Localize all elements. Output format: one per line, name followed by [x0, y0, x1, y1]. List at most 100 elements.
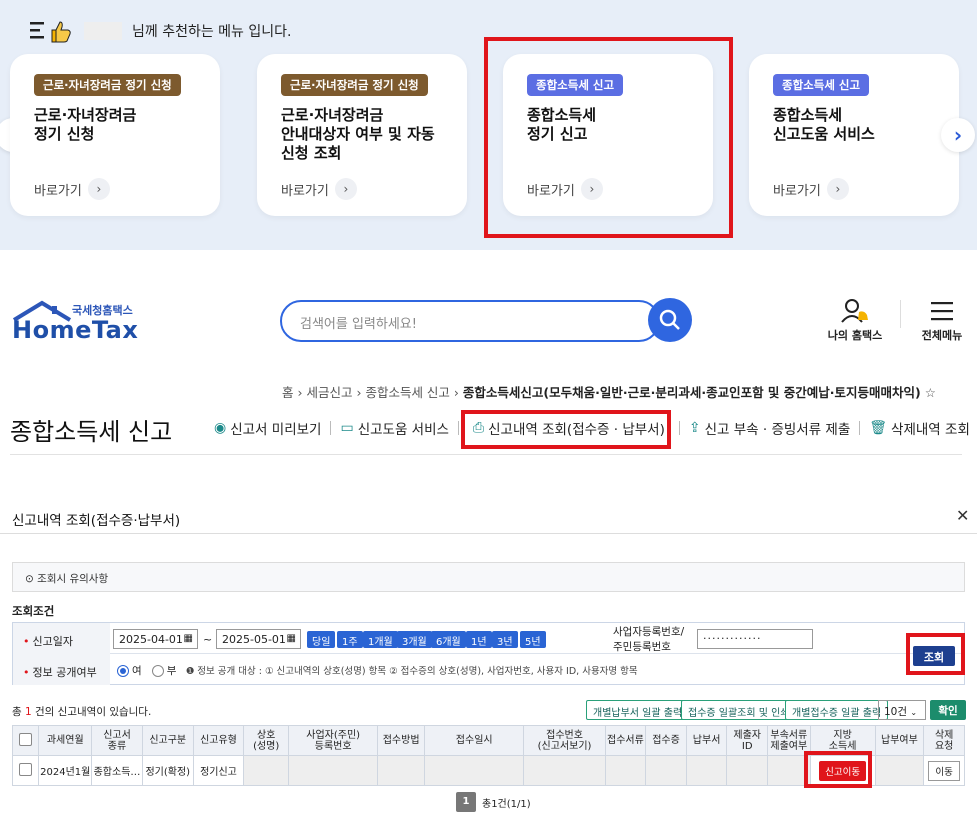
pagination: 1 총1건(1/1): [456, 792, 531, 812]
col-header: 상호 (성명): [243, 725, 289, 756]
col-header: 납부여부: [874, 725, 925, 756]
quick-1week-button[interactable]: 1주: [337, 631, 363, 648]
col-header: 접수서류: [604, 725, 647, 756]
page-button[interactable]: 1: [456, 792, 476, 812]
rec-card-1[interactable]: 근로·자녀장려금 정기 신청 근로·자녀장려금 정기 신청 바로가기 ›: [10, 54, 220, 216]
row-checkbox[interactable]: [11, 755, 40, 786]
cell-redacted: [423, 755, 525, 786]
radio-no[interactable]: [151, 665, 164, 677]
breadcrumb-tax-report[interactable]: 세금신고: [306, 385, 352, 400]
tab-preview[interactable]: ◉ 신고서 미리보기: [214, 418, 321, 438]
divider: [10, 454, 962, 455]
date-tilde: ~: [203, 633, 213, 646]
quick-6month-button[interactable]: 6개월: [431, 631, 466, 648]
pager-summary: 총1건(1/1): [482, 798, 531, 810]
notice-accordion[interactable]: ⊙ 조회시 유의사항: [12, 562, 965, 592]
breadcrumb-income-tax[interactable]: 종합소득세 신고: [365, 385, 449, 400]
my-hometax-label: 나의 홈택스: [827, 329, 883, 342]
date-label: • 신고일자: [13, 623, 110, 654]
cell-redacted: [243, 755, 289, 786]
cell-period: 2024년1월: [38, 755, 93, 786]
recommend-title: 님께 추천하는 메뉴 입니다.: [30, 18, 291, 44]
chevron-down-icon: ⊙: [25, 573, 34, 585]
quick-3month-button[interactable]: 3개월: [397, 631, 432, 648]
chevron-right-icon: ›: [826, 178, 849, 200]
highlight-box: [804, 751, 872, 788]
col-header: 과세연월: [38, 725, 93, 756]
notice-label: 조회시 유의사항: [37, 573, 109, 585]
card-title: 종합소득세 신고도움 서비스: [773, 106, 875, 143]
card-badge: 종합소득세 신고: [773, 74, 870, 96]
rec-card-4[interactable]: 종합소득세 신고 종합소득세 신고도움 서비스 바로가기 ›: [749, 54, 959, 216]
rec-card-2[interactable]: 근로·자녀장려금 정기 신청 근로·자녀장려금 안내대상자 여부 및 자동 신청…: [257, 54, 467, 216]
print-individual-receipts-button[interactable]: 개별접수증 일괄 출력: [785, 700, 889, 720]
hometax-logo[interactable]: 국세청홈택스 HomeTax: [10, 300, 140, 345]
tab-attachment-submit[interactable]: ⇪ 신고 부속 · 증빙서류 제출: [689, 418, 850, 438]
page-title: 종합소득세 신고: [10, 418, 173, 446]
close-icon[interactable]: ✕: [956, 506, 969, 525]
highlight-box: [461, 410, 671, 449]
cell-redacted: [685, 755, 728, 786]
col-header: 납부서: [685, 725, 728, 756]
favorite-star-icon[interactable]: ☆: [925, 385, 936, 400]
user-bell-icon: [841, 299, 868, 323]
quick-5year-button[interactable]: 5년: [520, 631, 546, 648]
tab-deleted-history[interactable]: 🗑 삭제내역 조회: [869, 418, 970, 438]
disclosure-note: ❶ 정보 공개 대상 : ① 신고내역의 상호(성명) 항목 ② 접수증의 상호…: [185, 666, 638, 677]
col-header: 신고유형: [192, 725, 245, 756]
menu-thumbs-up-icon: [30, 21, 71, 43]
biz-number-input[interactable]: ·············: [697, 629, 813, 649]
print-payment-slips-button[interactable]: 개별납부서 일괄 출력: [586, 700, 690, 720]
breadcrumb: 홈 › 세금신고 › 종합소득세 신고 › 종합소득세신고(모두채움·일반·근로…: [282, 385, 936, 400]
hamburger-menu-icon: [931, 302, 953, 321]
check-circle-icon: ◉: [214, 420, 227, 436]
chevron-down-icon: ⌄: [910, 708, 918, 717]
my-hometax-button[interactable]: 나의 홈택스: [824, 298, 886, 343]
quick-1month-button[interactable]: 1개월: [363, 631, 398, 648]
page-size-select[interactable]: 10건 ⌄: [878, 700, 926, 720]
calendar-icon[interactable]: ▦: [287, 633, 296, 644]
breadcrumb-current: 종합소득세신고(모두채움·일반·근로·분리과세·종교인포함 및 중간예납·토지등…: [462, 385, 921, 400]
quick-today-button[interactable]: 당일: [307, 631, 336, 648]
print-receipts-button[interactable]: 접수증 일괄조회 및 인쇄: [681, 700, 797, 720]
cell-division: 정기(확정): [141, 755, 194, 786]
cell-delete: 이동: [923, 755, 965, 786]
select-all-checkbox[interactable]: [11, 725, 40, 756]
card-link[interactable]: 바로가기 ›: [34, 178, 110, 200]
cell-redacted: [645, 755, 687, 786]
radio-yes[interactable]: [117, 665, 129, 677]
chevron-right-icon: ›: [87, 178, 110, 200]
date-row: • 신고일자 2025-04-01 ▦ ~ 2025-05-01 ▦ 당일 1주 1개…: [13, 623, 964, 654]
calendar-icon[interactable]: ▦: [184, 633, 193, 644]
cell-redacted: [523, 755, 606, 786]
carousel-next-button[interactable]: ›: [941, 118, 975, 152]
card-title: 근로·자녀장려금 정기 신청: [34, 106, 137, 143]
search-input[interactable]: 검색어를 입력하세요!: [280, 300, 660, 342]
card-link[interactable]: 바로가기 ›: [773, 178, 849, 200]
quick-3year-button[interactable]: 3년: [492, 631, 518, 648]
card-title: 근로·자녀장려금 안내대상자 여부 및 자동 신청 조회: [281, 106, 435, 162]
condition-title: 조회조건: [12, 604, 55, 618]
result-count: 총 1 건의 신고내역이 있습니다.: [12, 706, 152, 718]
date-to-input[interactable]: 2025-05-01 ▦: [216, 629, 301, 649]
all-menu-button[interactable]: 전체메뉴: [914, 298, 970, 343]
breadcrumb-home[interactable]: 홈: [282, 385, 294, 400]
search-button[interactable]: [648, 298, 692, 342]
quick-1year-button[interactable]: 1년: [466, 631, 492, 648]
card-badge: 근로·자녀장려금 정기 신청: [34, 74, 181, 96]
chevron-right-icon: ›: [334, 178, 357, 200]
delete-request-button[interactable]: 이동: [928, 760, 960, 781]
user-name-redacted: [84, 22, 122, 40]
biz-number-label: 사업자등록번호/주민등록번호: [613, 626, 685, 653]
condition-panel: • 신고일자 2025-04-01 ▦ ~ 2025-05-01 ▦ 당일 1주 1개…: [12, 622, 965, 685]
search-placeholder: 검색어를 입력하세요!: [300, 317, 417, 332]
col-header: 접수일시: [423, 725, 525, 756]
highlight-box: [906, 633, 965, 675]
tab-help-service[interactable]: ▭ 신고도움 서비스: [340, 418, 448, 438]
card-link[interactable]: 바로가기 ›: [281, 178, 357, 200]
all-menu-label: 전체메뉴: [921, 329, 963, 342]
date-from-input[interactable]: 2025-04-01 ▦: [113, 629, 198, 649]
col-header: 접수증: [645, 725, 687, 756]
disclosure-options: 여 부 ❶ 정보 공개 대상 : ① 신고내역의 상호(성명) 항목 ② 접수증…: [117, 663, 638, 678]
confirm-button[interactable]: 확인: [930, 700, 966, 720]
